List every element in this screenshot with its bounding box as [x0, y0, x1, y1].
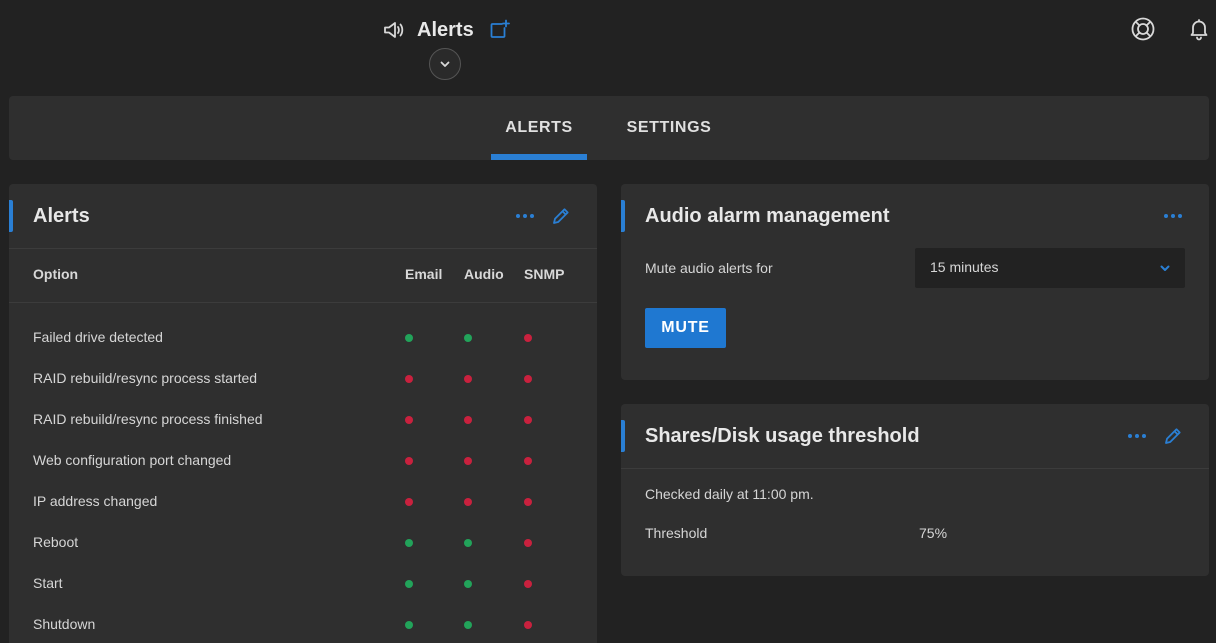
status-dot-snmp	[524, 580, 532, 588]
column-header-audio: Audio	[464, 266, 504, 282]
alert-option-label: Failed drive detected	[33, 329, 163, 345]
disk-usage-card: Shares/Disk usage threshold Checked dail…	[621, 404, 1209, 576]
column-header-option: Option	[33, 266, 79, 282]
page-title: Alerts	[417, 18, 474, 41]
status-dot-snmp	[524, 375, 532, 383]
new-window-icon[interactable]	[488, 19, 510, 41]
card-accent-bar	[9, 200, 13, 232]
status-dot-email	[405, 334, 413, 342]
status-dot-audio	[464, 457, 472, 465]
status-dot-email	[405, 416, 413, 424]
mute-duration-label: Mute audio alerts for	[645, 260, 773, 276]
mute-duration-select[interactable]: 15 minutes	[915, 248, 1185, 288]
disk-usage-card-title: Shares/Disk usage threshold	[645, 425, 920, 447]
tab-bar: ALERTS SETTINGS	[9, 96, 1209, 160]
status-dot-snmp	[524, 621, 532, 629]
status-dot-email	[405, 498, 413, 506]
status-dot-email	[405, 621, 413, 629]
threshold-value: 75%	[919, 525, 948, 541]
card-divider	[621, 468, 1209, 469]
card-accent-bar	[621, 200, 625, 232]
status-dot-snmp	[524, 334, 532, 342]
bell-icon[interactable]	[1187, 17, 1211, 41]
column-header-email: Email	[405, 266, 443, 282]
alert-option-label: Web configuration port changed	[33, 452, 232, 468]
mute-duration-value: 15 minutes	[930, 259, 999, 275]
status-dot-audio	[464, 539, 472, 547]
threshold-label: Threshold	[645, 525, 708, 541]
alert-option-label: RAID rebuild/resync process finished	[33, 411, 263, 427]
status-dot-snmp	[524, 457, 532, 465]
expand-button[interactable]	[429, 48, 461, 80]
status-dot-email	[405, 375, 413, 383]
status-dot-email	[405, 539, 413, 547]
tab-settings[interactable]: SETTINGS	[609, 96, 729, 160]
top-bar: Alerts	[0, 0, 1216, 90]
status-dot-snmp	[524, 498, 532, 506]
status-dot-email	[405, 580, 413, 588]
schedule-text: Checked daily at 11:00 pm.	[645, 486, 814, 502]
status-dot-audio	[464, 621, 472, 629]
mute-button[interactable]: MUTE	[645, 308, 726, 348]
tab-alerts[interactable]: ALERTS	[491, 96, 587, 160]
chevron-down-icon	[1157, 260, 1173, 276]
card-divider	[9, 248, 597, 249]
audio-alarm-card: Audio alarm management Mute audio alerts…	[621, 184, 1209, 380]
status-dot-snmp	[524, 416, 532, 424]
alerts-card: Alerts Option Email Audio SNMP Failed dr…	[9, 184, 597, 643]
page-header: Alerts	[382, 14, 510, 46]
more-options-icon[interactable]	[513, 204, 537, 228]
card-divider	[9, 302, 597, 303]
alert-option-label: IP address changed	[33, 493, 158, 509]
audio-card-title: Audio alarm management	[645, 205, 890, 227]
edit-pencil-icon[interactable]	[1161, 424, 1185, 448]
status-dot-audio	[464, 580, 472, 588]
alert-option-label: Reboot	[33, 534, 79, 550]
card-accent-bar	[621, 420, 625, 452]
more-options-icon[interactable]	[1125, 424, 1149, 448]
edit-pencil-icon[interactable]	[549, 204, 573, 228]
status-dot-audio	[464, 498, 472, 506]
more-options-icon[interactable]	[1161, 204, 1185, 228]
chevron-down-icon	[440, 61, 450, 67]
status-dot-email	[405, 457, 413, 465]
alert-option-label: Shutdown	[33, 616, 96, 632]
status-dot-audio	[464, 334, 472, 342]
alert-option-label: RAID rebuild/resync process started	[33, 370, 258, 386]
column-header-snmp: SNMP	[524, 266, 565, 282]
status-dot-audio	[464, 416, 472, 424]
alert-option-label: Start	[33, 575, 63, 591]
status-dot-snmp	[524, 539, 532, 547]
speaker-icon	[382, 18, 406, 42]
status-dot-audio	[464, 375, 472, 383]
active-tab-indicator	[491, 154, 587, 160]
lifebuoy-icon[interactable]	[1130, 16, 1156, 42]
alerts-card-title: Alerts	[33, 205, 90, 227]
